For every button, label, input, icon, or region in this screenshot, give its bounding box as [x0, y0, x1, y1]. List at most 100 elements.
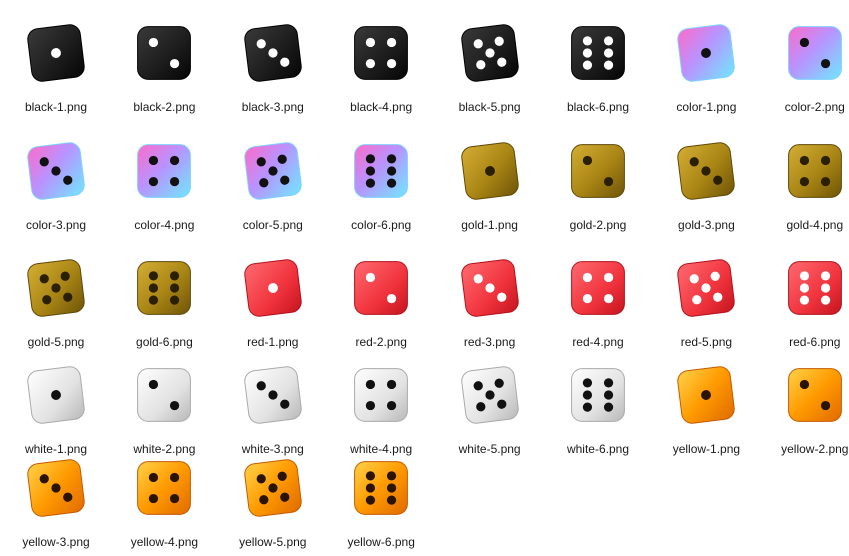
file-item[interactable]: white-6.png	[545, 352, 651, 456]
file-item[interactable]: red-2.png	[328, 245, 434, 349]
dice-thumbnail[interactable]	[338, 445, 424, 531]
dice-thumbnail[interactable]	[663, 128, 749, 214]
file-name-label: red-2.png	[355, 335, 407, 349]
file-item[interactable]: yellow-1.png	[653, 352, 759, 456]
file-item[interactable]: color-6.png	[328, 128, 434, 232]
dice-pip	[170, 400, 180, 411]
dice-face	[137, 26, 192, 80]
dice-thumbnail[interactable]	[230, 445, 316, 531]
file-item[interactable]: black-5.png	[437, 10, 543, 114]
dice-thumbnail[interactable]	[555, 128, 641, 214]
file-item[interactable]: white-5.png	[437, 352, 543, 456]
dice-thumbnail[interactable]	[121, 352, 207, 438]
dice-pip	[149, 493, 159, 504]
file-item[interactable]: red-4.png	[545, 245, 651, 349]
dice-thumbnail[interactable]	[13, 445, 99, 531]
file-item[interactable]: color-3.png	[3, 128, 109, 232]
file-item[interactable]: yellow-2.png	[762, 352, 849, 456]
dice-thumbnail[interactable]	[121, 445, 207, 531]
dice-white-6-icon	[571, 368, 625, 422]
file-item[interactable]: white-3.png	[220, 352, 326, 456]
dice-white-4-icon	[354, 368, 409, 422]
dice-thumbnail[interactable]	[663, 352, 749, 438]
file-name-label: color-6.png	[351, 218, 412, 232]
file-name-label: white-5.png	[458, 442, 521, 456]
dice-thumbnail[interactable]	[447, 128, 533, 214]
file-item[interactable]: black-4.png	[328, 10, 434, 114]
dice-pip	[820, 400, 830, 411]
file-grid: black-1.png black-2.png black-3.png black-4…	[0, 0, 849, 556]
file-item[interactable]: gold-6.png	[111, 245, 217, 349]
dice-pip	[387, 379, 397, 390]
dice-thumbnail[interactable]	[663, 245, 749, 331]
dice-pip	[582, 155, 593, 166]
file-item[interactable]: color-2.png	[762, 10, 849, 114]
file-item[interactable]: black-3.png	[220, 10, 326, 114]
file-name-label: red-6.png	[789, 335, 841, 349]
file-name-label: yellow-5.png	[239, 535, 307, 549]
dice-thumbnail[interactable]	[13, 128, 99, 214]
dice-thumbnail[interactable]	[121, 10, 207, 96]
file-item[interactable]: red-1.png	[220, 245, 326, 349]
file-item[interactable]: white-1.png	[3, 352, 109, 456]
dice-red-3-icon	[460, 259, 519, 317]
dice-thumbnail[interactable]	[555, 352, 641, 438]
file-item[interactable]: red-6.png	[762, 245, 849, 349]
dice-thumbnail[interactable]	[121, 245, 207, 331]
dice-thumbnail[interactable]	[772, 245, 849, 331]
dice-pip	[170, 472, 180, 483]
file-item[interactable]: color-4.png	[111, 128, 217, 232]
dice-thumbnail[interactable]	[663, 10, 749, 96]
dice-gold-6-icon	[137, 261, 192, 315]
dice-pip	[582, 378, 593, 388]
dice-thumbnail[interactable]	[447, 245, 533, 331]
dice-gold-5-icon	[27, 259, 85, 317]
dice-pip	[387, 471, 397, 481]
file-name-label: gold-1.png	[461, 218, 518, 232]
file-item[interactable]: gold-2.png	[545, 128, 651, 232]
file-item[interactable]: gold-3.png	[653, 128, 759, 232]
dice-gold-2-icon	[571, 144, 625, 198]
dice-thumbnail[interactable]	[555, 10, 641, 96]
dice-thumbnail[interactable]	[230, 352, 316, 438]
dice-thumbnail[interactable]	[13, 10, 99, 96]
dice-thumbnail[interactable]	[772, 128, 849, 214]
dice-black-3-icon	[244, 24, 302, 82]
dice-thumbnail[interactable]	[121, 128, 207, 214]
file-item[interactable]: gold-4.png	[762, 128, 849, 232]
file-item[interactable]: yellow-6.png	[328, 445, 434, 549]
file-item[interactable]: black-2.png	[111, 10, 217, 114]
file-item[interactable]: white-4.png	[328, 352, 434, 456]
dice-thumbnail[interactable]	[230, 128, 316, 214]
file-item[interactable]: black-1.png	[3, 10, 109, 114]
dice-thumbnail[interactable]	[230, 245, 316, 331]
dice-thumbnail[interactable]	[772, 352, 849, 438]
file-item[interactable]: gold-5.png	[3, 245, 109, 349]
file-item[interactable]: gold-1.png	[437, 128, 543, 232]
dice-thumbnail[interactable]	[13, 352, 99, 438]
dice-thumbnail[interactable]	[447, 352, 533, 438]
dice-thumbnail[interactable]	[338, 10, 424, 96]
dice-thumbnail[interactable]	[13, 245, 99, 331]
file-item[interactable]: yellow-4.png	[111, 445, 217, 549]
file-item[interactable]: yellow-3.png	[3, 445, 109, 549]
dice-face	[787, 261, 842, 315]
dice-thumbnail[interactable]	[338, 245, 424, 331]
file-item[interactable]: black-6.png	[545, 10, 651, 114]
dice-thumbnail[interactable]	[230, 10, 316, 96]
file-item[interactable]: white-2.png	[111, 352, 217, 456]
file-item[interactable]: yellow-5.png	[220, 445, 326, 549]
file-item[interactable]: red-3.png	[437, 245, 543, 349]
dice-pip	[149, 155, 159, 166]
dice-thumbnail[interactable]	[338, 352, 424, 438]
dice-face	[354, 26, 409, 80]
dice-thumbnail[interactable]	[555, 245, 641, 331]
dice-thumbnail[interactable]	[447, 10, 533, 96]
dice-pip	[170, 493, 180, 504]
file-item[interactable]: color-5.png	[220, 128, 326, 232]
file-item[interactable]: color-1.png	[653, 10, 759, 114]
dice-pip	[603, 60, 614, 70]
file-item[interactable]: red-5.png	[653, 245, 759, 349]
dice-thumbnail[interactable]	[772, 10, 849, 96]
dice-thumbnail[interactable]	[338, 128, 424, 214]
